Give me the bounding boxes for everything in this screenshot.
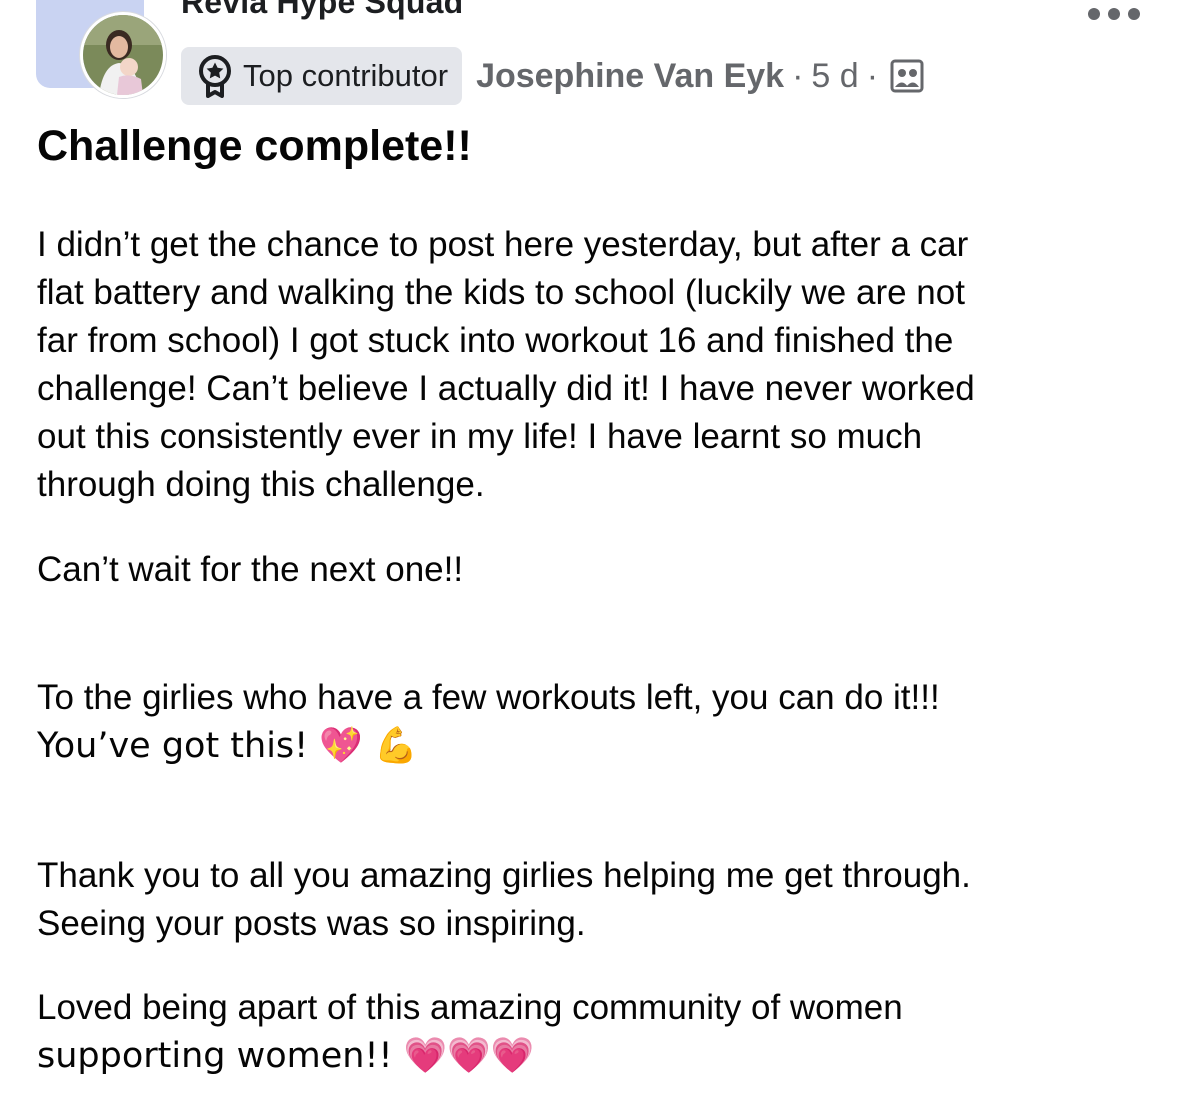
paragraph-line: supporting women!! 💗💗💗 (37, 1036, 535, 1076)
paragraph-line: I didn’t get the chance to post here yes… (37, 225, 969, 264)
more-options-icon[interactable] (1086, 6, 1142, 22)
top-contributor-badge[interactable]: Top contributor (181, 47, 463, 105)
meta-separator: · (792, 56, 804, 95)
paragraph-line: Seeing your posts was so inspiring. (37, 904, 586, 943)
paragraph-line: far from school) I got stuck into workou… (37, 321, 954, 360)
post-paragraph: To the girlies who have a few workouts l… (37, 674, 1157, 770)
post-paragraph: I didn’t get the chance to post here yes… (37, 221, 1157, 509)
paragraph-line: Loved being apart of this amazing commun… (37, 988, 903, 1027)
meta-separator: · (866, 56, 879, 95)
paragraph-line: through doing this challenge. (37, 465, 485, 504)
paragraph-line: Thank you to all you amazing girlies hel… (37, 856, 971, 895)
post-meta-row: Top contributor Josephine Van Eyk · 5 d … (181, 47, 924, 105)
post-paragraph: Can’t wait for the next one!! (37, 546, 1157, 594)
group-name[interactable]: Revia Hype Squad (181, 0, 463, 21)
post-container: Revia Hype Squad Top contributor Josephi… (0, 0, 1179, 1096)
post-timestamp[interactable]: 5 d (811, 57, 858, 96)
badge-label: Top contributor (243, 58, 449, 93)
paragraph-line: You’ve got this! 💖 💪 (37, 726, 418, 766)
badge-icon (199, 55, 231, 98)
post-paragraph: Thank you to all you amazing girlies hel… (37, 852, 1157, 948)
paragraph-line: Can’t wait for the next one!! (37, 550, 464, 589)
paragraph-line: To the girlies who have a few workouts l… (37, 678, 940, 717)
paragraph-line: out this consistently ever in my life! I… (37, 417, 923, 456)
group-audience-icon[interactable] (890, 59, 924, 93)
author-avatar[interactable] (80, 12, 166, 98)
author-name[interactable]: Josephine Van Eyk (476, 57, 784, 96)
paragraph-line: challenge! Can’t believe I actually did … (37, 369, 975, 408)
paragraph-line: flat battery and walking the kids to sch… (37, 273, 965, 312)
post-paragraph: Loved being apart of this amazing commun… (37, 984, 1157, 1080)
post-title: Challenge complete!! (37, 122, 472, 170)
